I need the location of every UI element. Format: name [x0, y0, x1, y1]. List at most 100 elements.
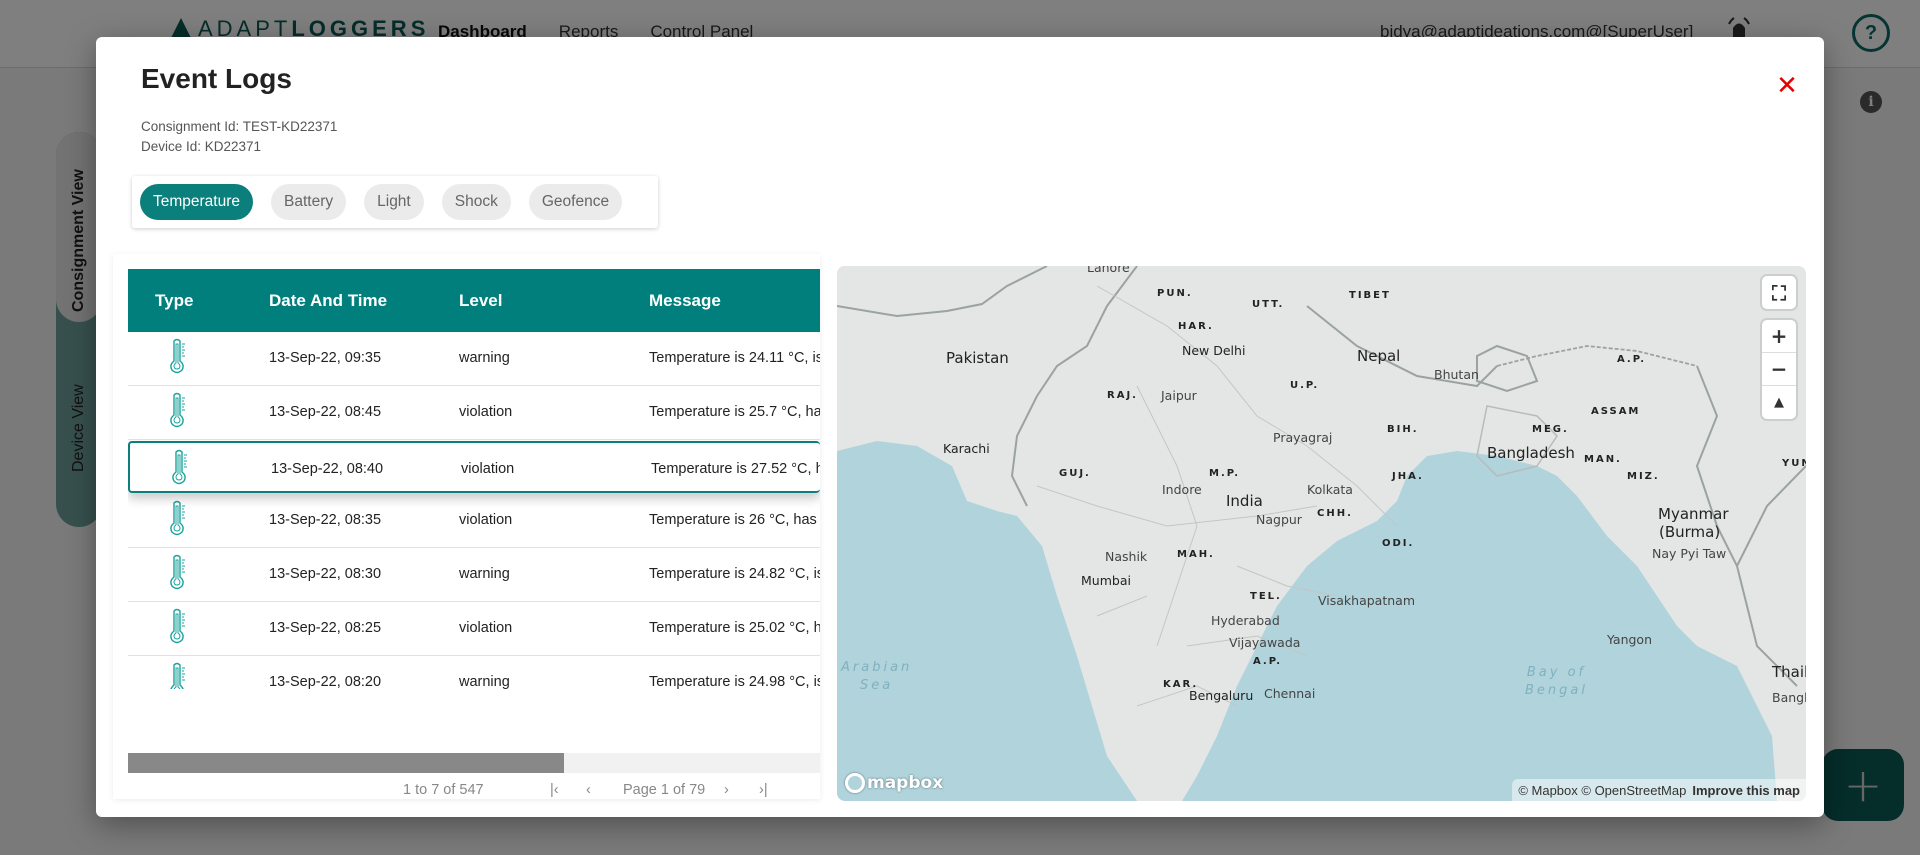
- filter-temperature[interactable]: Temperature: [140, 184, 254, 220]
- table-row-selected[interactable]: 13-Sep-22, 08:40 violation Temperature is …: [128, 441, 820, 493]
- consignment-id: Consignment Id: TEST-KD22371: [141, 119, 338, 134]
- zoom-in-button[interactable]: +: [1762, 320, 1796, 353]
- map-label-bangladesh: Bangladesh: [1487, 444, 1575, 462]
- map-label-bangkok: Bangko: [1772, 690, 1806, 705]
- table-row[interactable]: 13-Sep-22, 08:30 warning Temperature is 24…: [128, 548, 820, 602]
- map-label-assam: ASSAM: [1591, 406, 1641, 417]
- map-label-nashik: Nashik: [1105, 549, 1148, 564]
- improve-map-link[interactable]: Improve this map: [1692, 783, 1800, 798]
- map-label-new-delhi: New Delhi: [1182, 343, 1246, 358]
- event-table-panel: Type Date And Time Level Message 13-Sep-…: [113, 254, 820, 799]
- map-label-bengaluru: Bengaluru: [1189, 688, 1254, 703]
- map-label-meg: MEG.: [1532, 424, 1569, 435]
- map-label-up: U.P.: [1290, 380, 1320, 391]
- event-logs-modal: Event Logs ✕ Consignment Id: TEST-KD2237…: [96, 37, 1824, 817]
- zoom-out-button[interactable]: −: [1762, 353, 1796, 386]
- map-label-miz: MIZ.: [1627, 471, 1660, 482]
- table-header: Type Date And Time Level Message: [128, 269, 820, 332]
- cell-message: Temperature is 27.52 °C, has gone: [651, 461, 820, 477]
- thermometer-icon: [166, 554, 188, 590]
- map-label-mah: MAH.: [1177, 549, 1215, 560]
- map-label-tibet: TIBET: [1349, 290, 1391, 301]
- cell-date-time: 13-Sep-22, 08:45: [269, 404, 382, 420]
- map-label-ap-south: A.P.: [1253, 656, 1283, 667]
- map-label-india: India: [1226, 492, 1263, 510]
- filter-battery[interactable]: Battery: [271, 184, 347, 220]
- map-label-pun: PUN.: [1157, 288, 1193, 299]
- mapbox-logo-text: mapbox: [867, 773, 944, 793]
- table-row[interactable]: 13-Sep-22, 09:35 warning Temperature is 24…: [128, 332, 820, 386]
- close-button[interactable]: ✕: [1772, 71, 1802, 101]
- map-zoom-control: + − ▲: [1762, 320, 1796, 419]
- cell-level: warning: [459, 674, 510, 689]
- map-label-arabian-sea: Arabian Sea: [841, 660, 913, 693]
- cell-level: violation: [459, 404, 513, 420]
- map-label-raj: RAJ.: [1107, 390, 1138, 401]
- map-label-thailand: Thail: [1772, 663, 1806, 681]
- cell-message: Temperature is 24.98 °C, is about: [649, 674, 820, 689]
- first-page-button[interactable]: |‹: [550, 782, 559, 798]
- map-fullscreen-control: ⛶: [1762, 276, 1796, 309]
- column-date-and-time[interactable]: Date And Time: [269, 291, 387, 311]
- cell-date-time: 13-Sep-22, 08:35: [269, 512, 382, 528]
- map-label-visakhapatnam: Visakhapatnam: [1318, 593, 1415, 608]
- table-row[interactable]: 13-Sep-22, 08:25 violation Temperature is …: [128, 602, 820, 656]
- mapbox-logo[interactable]: mapbox: [845, 773, 943, 793]
- cell-date-time: 13-Sep-22, 09:35: [269, 350, 382, 366]
- table-row[interactable]: 13-Sep-22, 08:20 warning Temperature is 24…: [128, 656, 820, 689]
- map-view[interactable]: Lahore TIBET PUN. UTT. HAR. New Delhi Pa…: [837, 266, 1806, 801]
- map-label-mumbai: Mumbai: [1081, 573, 1131, 588]
- attribution-text[interactable]: © Mapbox © OpenStreetMap: [1518, 783, 1686, 798]
- map-label-karachi: Karachi: [943, 441, 990, 456]
- cell-level: violation: [459, 512, 513, 528]
- table-row[interactable]: 13-Sep-22, 08:35 violation Temperature is …: [128, 494, 820, 548]
- thermometer-icon: [166, 392, 188, 428]
- mapbox-logo-icon: [845, 773, 865, 793]
- thermometer-icon: [166, 338, 188, 374]
- device-id: Device Id: KD22371: [141, 139, 262, 154]
- map-label-jaipur: Jaipur: [1161, 388, 1197, 403]
- cell-message: Temperature is 24.11 °C, is about t: [649, 350, 820, 366]
- table-row[interactable]: 13-Sep-22, 08:45 violation Temperature is …: [128, 386, 820, 440]
- cell-date-time: 13-Sep-22, 08:25: [269, 620, 382, 636]
- cell-level: violation: [459, 620, 513, 636]
- map-label-pakistan: Pakistan: [946, 349, 1009, 367]
- map-label-ap-north: A.P.: [1617, 354, 1647, 365]
- event-table: Type Date And Time Level Message 13-Sep-…: [128, 269, 820, 689]
- map-label-mp: M.P.: [1209, 468, 1241, 479]
- map-label-bih: BIH.: [1387, 424, 1419, 435]
- cell-message: Temperature is 25.7 °C, has gone: [649, 404, 820, 420]
- fullscreen-icon[interactable]: ⛶: [1762, 276, 1796, 309]
- column-level[interactable]: Level: [459, 291, 502, 311]
- map-label-bay-of-bengal: Bay of Bengal: [1525, 665, 1588, 698]
- map-label-utt: UTT.: [1252, 299, 1285, 310]
- filter-geofence[interactable]: Geofence: [528, 184, 623, 220]
- pagination-summary: 1 to 7 of 547: [403, 782, 484, 798]
- cell-date-time: 13-Sep-22, 08:20: [269, 674, 382, 689]
- filter-light[interactable]: Light: [364, 184, 424, 220]
- event-type-filter: Temperature Battery Light Shock Geofence: [132, 176, 658, 228]
- compass-icon[interactable]: ▲: [1762, 386, 1796, 419]
- cell-message: Temperature is 24.82 °C, is about: [649, 566, 820, 582]
- thermometer-icon: [166, 500, 188, 536]
- map-label-hyderabad: Hyderabad: [1211, 613, 1280, 628]
- cell-date-time: 13-Sep-22, 08:30: [269, 566, 382, 582]
- map-label-chennai: Chennai: [1264, 686, 1316, 701]
- map-label-jha: JHA.: [1392, 471, 1424, 482]
- map-label-bhutan: Bhutan: [1434, 367, 1479, 382]
- last-page-button[interactable]: ›|: [759, 782, 768, 798]
- page-indicator: Page 1 of 79: [623, 782, 706, 798]
- column-type[interactable]: Type: [155, 291, 193, 311]
- cell-level: warning: [459, 566, 510, 582]
- map-label-nay-pyi-taw: Nay Pyi Taw: [1652, 546, 1727, 561]
- filter-shock[interactable]: Shock: [441, 184, 511, 220]
- horizontal-scrollbar-thumb[interactable]: [128, 753, 564, 773]
- column-message[interactable]: Message: [649, 291, 721, 311]
- cell-message: Temperature is 25.02 °C, has gone: [649, 620, 820, 636]
- cell-level: violation: [461, 461, 515, 477]
- prev-page-button[interactable]: ‹: [586, 782, 591, 798]
- next-page-button[interactable]: ›: [724, 782, 729, 798]
- map-label-guj: GUJ.: [1059, 468, 1091, 479]
- map-label-kolkata: Kolkata: [1307, 482, 1353, 497]
- map-label-nagpur: Nagpur: [1256, 512, 1302, 527]
